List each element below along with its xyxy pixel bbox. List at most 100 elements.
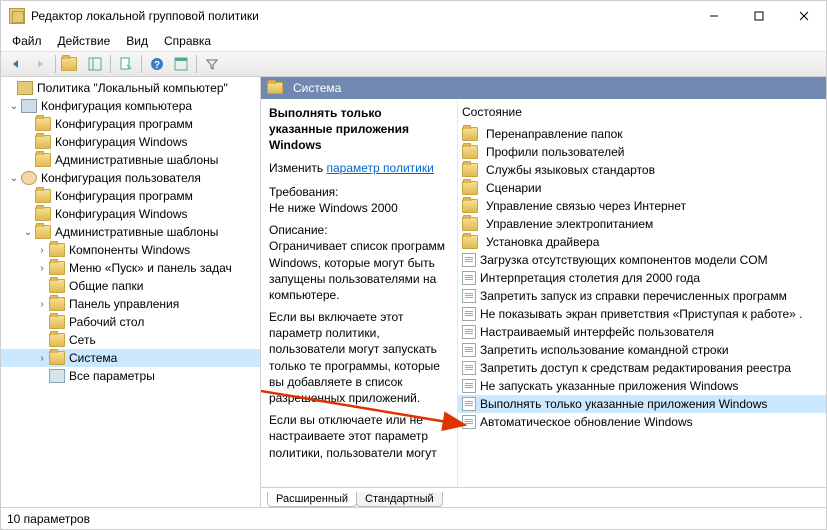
setting-icon: [462, 397, 476, 411]
list-item[interactable]: Запретить доступ к средствам редактирова…: [458, 359, 826, 377]
list-item[interactable]: Службы языковых стандартов: [458, 161, 826, 179]
folder-icon: [462, 181, 478, 195]
tree-item[interactable]: Конфигурация программ: [1, 187, 260, 205]
tree-label: Все параметры: [69, 369, 155, 383]
expander-icon[interactable]: ›: [35, 299, 49, 310]
tree-item-system[interactable]: › Система: [1, 349, 260, 367]
list-item[interactable]: Запретить запуск из справки перечисленны…: [458, 287, 826, 305]
setting-icon: [462, 307, 476, 321]
menu-view[interactable]: Вид: [119, 33, 155, 49]
tree-label: Панель управления: [69, 297, 179, 311]
list-item[interactable]: Запретить использование командной строки: [458, 341, 826, 359]
folder-icon: [49, 333, 65, 347]
minimize-button[interactable]: [691, 1, 736, 31]
list-item-label: Управление связью через Интернет: [486, 199, 686, 213]
titlebar: Редактор локальной групповой политики: [1, 1, 826, 31]
tree-pane[interactable]: Политика "Локальный компьютер" ⌄ Конфигу…: [1, 77, 261, 507]
tree-user-config[interactable]: ⌄ Конфигурация пользователя: [1, 169, 260, 187]
list-item[interactable]: Перенаправление папок: [458, 125, 826, 143]
expander-icon[interactable]: ⌄: [7, 173, 21, 184]
folder-icon: [462, 163, 478, 177]
tree-label: Политика "Локальный компьютер": [37, 81, 228, 95]
list-item-label: Автоматическое обновление Windows: [480, 415, 693, 429]
tree-label: Общие папки: [69, 279, 143, 293]
expander-icon[interactable]: ›: [35, 353, 49, 364]
tree-label: Система: [69, 351, 117, 365]
expander-icon[interactable]: ⌄: [21, 227, 35, 238]
close-button[interactable]: [781, 1, 826, 31]
content-header-title: Система: [293, 81, 341, 95]
folder-icon: [35, 207, 51, 221]
user-icon: [21, 171, 37, 185]
tree-item[interactable]: Общие папки: [1, 277, 260, 295]
list-item[interactable]: Не запускать указанные приложения Window…: [458, 377, 826, 395]
list-item[interactable]: Не показывать экран приветствия «Приступ…: [458, 305, 826, 323]
expander-icon[interactable]: ›: [35, 263, 49, 274]
export-list-button[interactable]: [115, 53, 137, 75]
setting-icon: [462, 253, 476, 267]
tree-admin-templates[interactable]: ⌄ Административные шаблоны: [1, 223, 260, 241]
settings-list[interactable]: Состояние Перенаправление папок Профили п…: [457, 99, 826, 487]
show-hide-tree-button[interactable]: [84, 53, 106, 75]
tree-root[interactable]: Политика "Локальный компьютер": [1, 79, 260, 97]
list-item[interactable]: Установка драйвера: [458, 233, 826, 251]
list-item[interactable]: Управление связью через Интернет: [458, 197, 826, 215]
list-item[interactable]: Управление электропитанием: [458, 215, 826, 233]
tree-item[interactable]: Административные шаблоны: [1, 151, 260, 169]
tree-item[interactable]: Сеть: [1, 331, 260, 349]
description-p1: Ограничивает список программ Windows, ко…: [269, 239, 445, 302]
menu-help[interactable]: Справка: [157, 33, 218, 49]
tree-item[interactable]: Рабочий стол: [1, 313, 260, 331]
list-item[interactable]: Автоматическое обновление Windows: [458, 413, 826, 431]
back-button[interactable]: [5, 53, 27, 75]
list-item-label: Профили пользователей: [486, 145, 624, 159]
folder-icon: [35, 189, 51, 203]
tab-extended[interactable]: Расширенный: [267, 492, 357, 507]
tree-item[interactable]: Конфигурация программ: [1, 115, 260, 133]
all-settings-icon: [49, 369, 65, 383]
tree-label: Административные шаблоны: [55, 153, 218, 167]
folder-icon: [49, 351, 65, 365]
menu-action[interactable]: Действие: [51, 33, 118, 49]
list-item[interactable]: Настраиваемый интерфейс пользователя: [458, 323, 826, 341]
tree-computer-config[interactable]: ⌄ Конфигурация компьютера: [1, 97, 260, 115]
setting-icon: [462, 415, 476, 429]
list-item[interactable]: Загрузка отсутствующих компонентов модел…: [458, 251, 826, 269]
description-p3: Если вы отключаете или не настраиваете э…: [269, 413, 437, 459]
folder-icon: [49, 315, 65, 329]
list-item[interactable]: Профили пользователей: [458, 143, 826, 161]
list-item-label: Настраиваемый интерфейс пользователя: [480, 325, 714, 339]
content-header: Система: [261, 77, 826, 99]
tree-item[interactable]: Конфигурация Windows: [1, 133, 260, 151]
help-button[interactable]: ?: [146, 53, 168, 75]
setting-icon: [462, 271, 476, 285]
maximize-button[interactable]: [736, 1, 781, 31]
menu-file[interactable]: Файл: [5, 33, 49, 49]
setting-icon: [462, 343, 476, 357]
expander-icon[interactable]: ⌄: [7, 101, 21, 112]
list-item-label: Запретить доступ к средствам редактирова…: [480, 361, 791, 375]
list-column-header[interactable]: Состояние: [458, 103, 826, 125]
svg-text:?: ?: [154, 60, 160, 71]
list-item[interactable]: Интерпретация столетия для 2000 года: [458, 269, 826, 287]
up-folder-button[interactable]: [60, 53, 82, 75]
tree-item[interactable]: ›Компоненты Windows: [1, 241, 260, 259]
list-item[interactable]: Выполнять только указанные приложения Wi…: [458, 395, 826, 413]
tree-label: Конфигурация Windows: [55, 207, 188, 221]
tab-standard[interactable]: Стандартный: [356, 492, 443, 507]
list-item[interactable]: Сценарии: [458, 179, 826, 197]
edit-policy-link[interactable]: параметр политики: [326, 161, 433, 175]
tree-item[interactable]: ›Меню «Пуск» и панель задач: [1, 259, 260, 277]
properties-button[interactable]: [170, 53, 192, 75]
tree-item[interactable]: › Панель управления: [1, 295, 260, 313]
folder-icon: [49, 279, 65, 293]
tree-all-params[interactable]: Все параметры: [1, 367, 260, 385]
list-item-label: Управление электропитанием: [486, 217, 653, 231]
setting-icon: [462, 325, 476, 339]
expander-icon[interactable]: ›: [35, 245, 49, 256]
forward-button[interactable]: [29, 53, 51, 75]
list-item-label: Интерпретация столетия для 2000 года: [480, 271, 700, 285]
tree-item[interactable]: Конфигурация Windows: [1, 205, 260, 223]
filter-button[interactable]: [201, 53, 223, 75]
tree-label: Конфигурация компьютера: [41, 99, 192, 113]
